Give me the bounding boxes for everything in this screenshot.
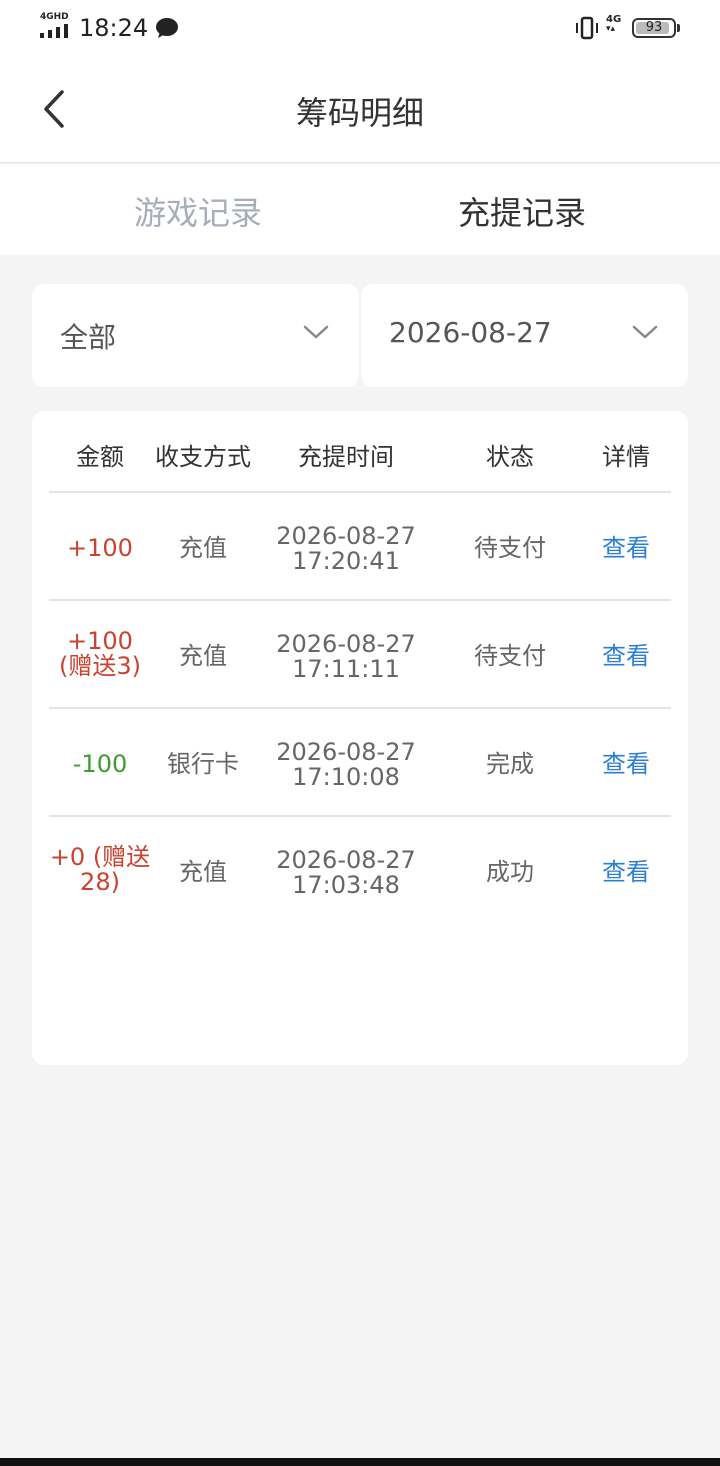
header-method: 收支方式 [155,443,251,471]
time-cell: 2026-08-27 17:20:41 [276,522,416,575]
method-cell: 银行卡 [167,750,239,778]
status-cell: 待支付 [474,642,546,670]
amount-cell: +0 (赠送 28) [49,843,151,896]
battery-icon: 93 [632,18,676,38]
header-time: 充提时间 [298,443,394,471]
header-status: 状态 [486,443,534,471]
status-cell: 待支付 [474,534,546,562]
row-divider [49,491,671,493]
status-cell: 成功 [486,858,534,886]
tab-bar: 游戏记录 充提记录 [0,164,720,255]
amount-cell: -100 [72,750,128,778]
status-bar: 4GHD 18:24 4G ▾▴ 93 [0,0,720,56]
tab-recharge-records[interactable]: 充提记录 [342,188,702,234]
nav-bar: 筹码明细 [0,56,720,163]
vibrate-icon [576,16,598,40]
type-filter-dropdown[interactable]: 全部 [32,284,359,387]
method-cell: 充值 [179,858,227,886]
signal-icon [40,24,70,38]
row-divider [49,707,671,709]
header-amount: 金额 [76,443,124,471]
battery-tip [677,24,680,32]
message-icon [156,18,178,38]
time-cell: 2026-08-27 17:10:08 [276,738,416,791]
mobile-data-indicator: 4G ▾▴ [606,14,622,34]
bottom-edge [0,1458,720,1466]
time-cell: 2026-08-27 17:03:48 [276,846,416,899]
records-table: 金额 收支方式 充提时间 状态 详情 +100 充值 2026-08-27 17… [32,411,688,1065]
view-detail-link[interactable]: 查看 [581,644,671,669]
header-detail: 详情 [602,443,650,471]
status-cell: 完成 [486,750,534,778]
row-divider [49,599,671,601]
date-filter-value: 2026-08-27 [389,316,552,349]
type-filter-value: 全部 [60,321,117,354]
status-time: 18:24 [79,14,149,42]
row-divider [49,815,671,817]
page-title: 筹码明细 [295,94,424,132]
view-detail-link[interactable]: 查看 [581,536,671,561]
battery-level: 93 [645,20,663,35]
method-cell: 充值 [179,534,227,562]
chevron-down-icon [303,325,329,339]
view-detail-link[interactable]: 查看 [581,860,671,885]
tab-game-records[interactable]: 游戏记录 [18,188,378,234]
chevron-down-icon [632,325,658,339]
date-filter-dropdown[interactable]: 2026-08-27 [361,284,688,387]
amount-cell: +100 [67,534,133,562]
data-arrows-icon: ▾▴ [606,24,616,34]
view-detail-link[interactable]: 查看 [581,752,671,777]
network-type: 4GHD [40,12,69,22]
method-cell: 充值 [179,642,227,670]
amount-cell: +100 (赠送3) [59,627,141,680]
time-cell: 2026-08-27 17:11:11 [276,630,416,683]
